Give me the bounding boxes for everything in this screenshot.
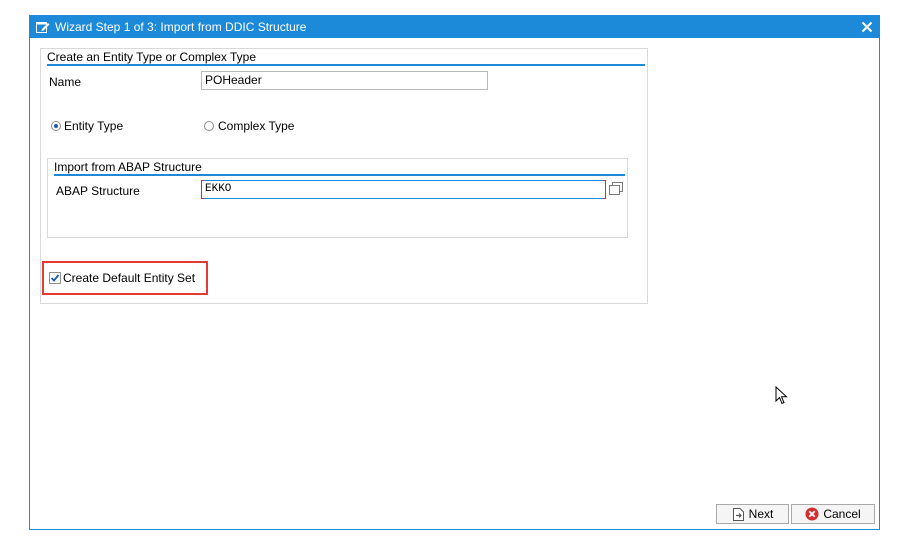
value-help-icon[interactable] (609, 182, 623, 196)
default-entity-set-label[interactable]: Create Default Entity Set (63, 271, 195, 285)
entity-type-radio[interactable] (51, 121, 61, 131)
abap-structure-group: Import from ABAP Structure ABAP Structur… (47, 158, 628, 238)
abap-group-title: Import from ABAP Structure (54, 160, 625, 176)
next-label: Next (748, 507, 774, 521)
cancel-button[interactable]: Cancel (791, 504, 875, 524)
required-bracket-right (603, 180, 606, 199)
dialog-title: Wizard Step 1 of 3: Import from DDIC Str… (55, 20, 307, 34)
cancel-icon (805, 507, 819, 521)
dialog-content: Create an Entity Type or Complex Type Na… (30, 38, 879, 529)
default-entity-set-highlight: Create Default Entity Set (42, 261, 208, 295)
mouse-pointer-icon (775, 386, 788, 405)
complex-type-label[interactable]: Complex Type (218, 119, 294, 133)
entity-group-title: Create an Entity Type or Complex Type (47, 50, 645, 66)
next-page-icon (732, 507, 744, 521)
default-entity-set-checkbox[interactable] (49, 272, 61, 284)
entity-type-group: Create an Entity Type or Complex Type Na… (40, 48, 648, 304)
name-label: Name (49, 75, 82, 89)
edit-window-icon (36, 22, 50, 33)
wizard-dialog: Wizard Step 1 of 3: Import from DDIC Str… (29, 15, 880, 530)
entity-type-label[interactable]: Entity Type (64, 119, 123, 133)
dialog-title-bar: Wizard Step 1 of 3: Import from DDIC Str… (30, 16, 879, 38)
required-bracket-left (201, 180, 204, 199)
abap-structure-label: ABAP Structure (56, 184, 140, 198)
cancel-label: Cancel (823, 507, 861, 521)
close-button[interactable] (859, 19, 875, 35)
name-input[interactable]: POHeader (201, 71, 488, 90)
next-button[interactable]: Next (716, 504, 789, 524)
close-icon (861, 21, 873, 33)
abap-structure-input[interactable]: EKKO (201, 180, 606, 199)
complex-type-radio[interactable] (204, 121, 214, 131)
abap-structure-value: EKKO (205, 183, 232, 195)
